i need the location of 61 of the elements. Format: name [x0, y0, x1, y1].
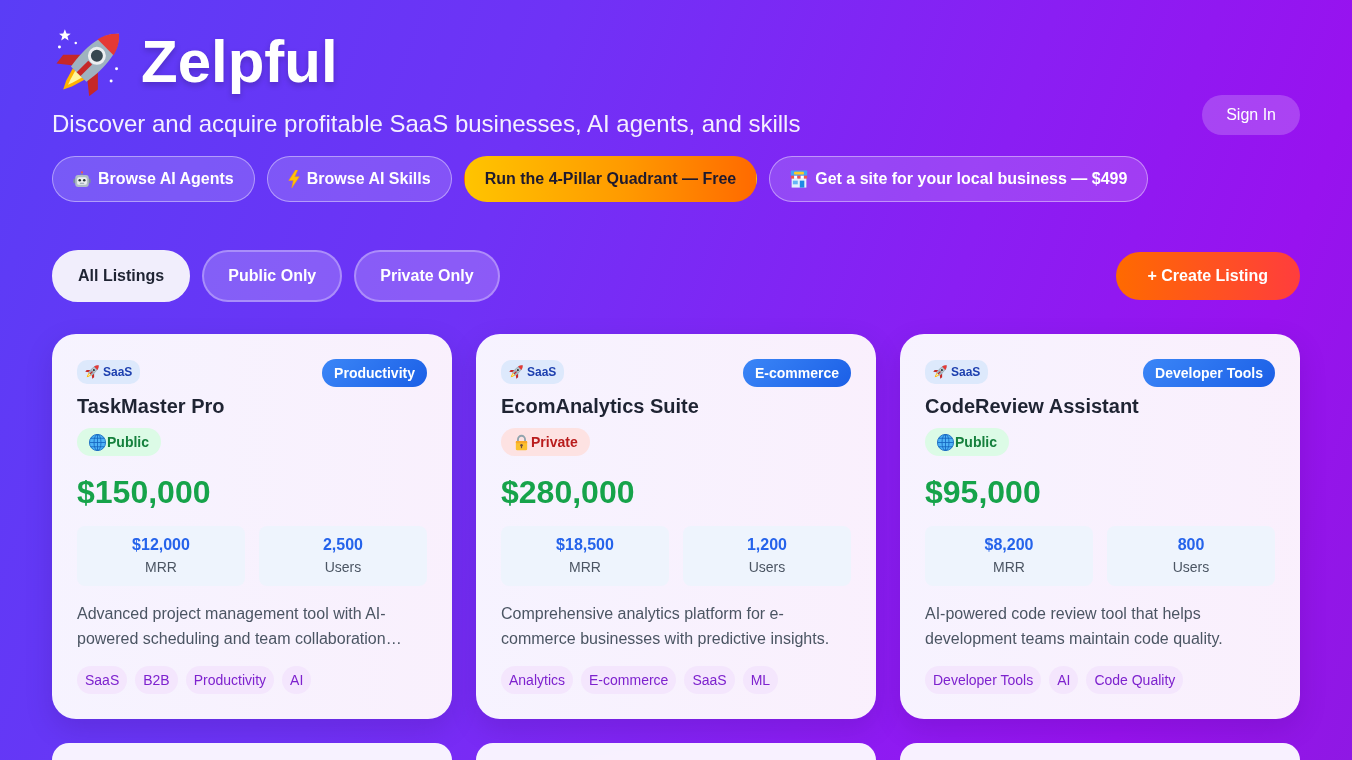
- filter-tab[interactable]: Private Only: [354, 250, 500, 302]
- stat-label: Users: [324, 557, 362, 577]
- rocket-icon: [509, 365, 523, 379]
- tag-chip: B2B: [135, 665, 178, 694]
- tag-chip: E-commerce: [581, 665, 677, 694]
- listing-title: TaskMaster Pro: [77, 394, 226, 418]
- price: $280,000: [501, 472, 636, 511]
- stat-label: Users: [1172, 557, 1210, 577]
- tagline: Discover and acquire profitable SaaS businesses, AI agents, and skills: [52, 110, 802, 138]
- lock-icon: [513, 433, 530, 451]
- listing-title: EcomAnalytics Suite: [501, 394, 700, 418]
- sign-in-button[interactable]: Sign In: [1202, 95, 1300, 135]
- description: Advanced project management tool with AI-powered scheduling and team collaboration…: [77, 603, 403, 649]
- stat-label: MRR: [569, 557, 601, 577]
- visibility-label: Public: [107, 433, 149, 451]
- tag-chip: Code Quality: [1086, 665, 1184, 694]
- visibility-label: Private: [531, 433, 578, 451]
- listing-title: CodeReview Assistant: [925, 394, 1140, 418]
- tag-chip: AI: [1049, 665, 1079, 694]
- stat-value: $8,200: [984, 534, 1034, 555]
- nav-button[interactable]: Browse AI Skills: [266, 156, 452, 202]
- description: Comprehensive analytics platform for e-commerce businesses with predictive insights.: [501, 603, 831, 649]
- stat-value: 2,500: [322, 534, 363, 555]
- type-label: SaaS: [951, 365, 981, 379]
- tag-chip: SaaS: [77, 665, 128, 694]
- category-badge: Productivity: [322, 359, 427, 387]
- filter-tab[interactable]: All Listings: [52, 250, 191, 302]
- tag-chip: Productivity: [185, 665, 275, 694]
- description: AI-powered code review tool that helps development teams maintain code quality.: [925, 603, 1224, 649]
- globe-icon: [89, 433, 106, 451]
- create-listing-button[interactable]: + Create Listing: [1115, 252, 1300, 300]
- stat-label: Users: [748, 557, 786, 577]
- stat-label: MRR: [993, 557, 1025, 577]
- nav-button[interactable]: Get a site for your local business — $499: [769, 156, 1149, 202]
- tag-chip: ML: [742, 665, 779, 694]
- brand-name: Zelpful: [141, 32, 338, 92]
- rocket-icon: [933, 365, 947, 379]
- stat-value: $12,000: [132, 534, 190, 555]
- robot-icon: [73, 170, 91, 188]
- price: $95,000: [925, 472, 1042, 511]
- tag-chip: Analytics: [501, 665, 574, 694]
- stat-value: 800: [1177, 534, 1205, 555]
- price: $150,000: [77, 472, 212, 511]
- filter-tab[interactable]: Public Only: [202, 250, 343, 302]
- rocket-icon: [85, 365, 99, 379]
- lightning-icon: [287, 170, 300, 188]
- category-badge: Developer Tools: [1143, 359, 1275, 387]
- nav-button[interactable]: Browse AI Agents: [52, 156, 255, 202]
- type-label: SaaS: [527, 365, 557, 379]
- globe-icon: [937, 433, 954, 451]
- type-label: SaaS: [103, 365, 133, 379]
- tag-chip: Developer Tools: [925, 665, 1042, 694]
- tag-chip: AI: [282, 665, 312, 694]
- tag-chip: SaaS: [684, 665, 735, 694]
- visibility-label: Public: [955, 433, 997, 451]
- store-icon: [790, 170, 809, 188]
- stat-value: 1,200: [746, 534, 787, 555]
- stat-label: MRR: [145, 557, 177, 577]
- category-badge: E-commerce: [742, 359, 851, 387]
- nav-button[interactable]: Run the 4-Pillar Quadrant — Free: [463, 156, 758, 202]
- stat-value: $18,500: [556, 534, 614, 555]
